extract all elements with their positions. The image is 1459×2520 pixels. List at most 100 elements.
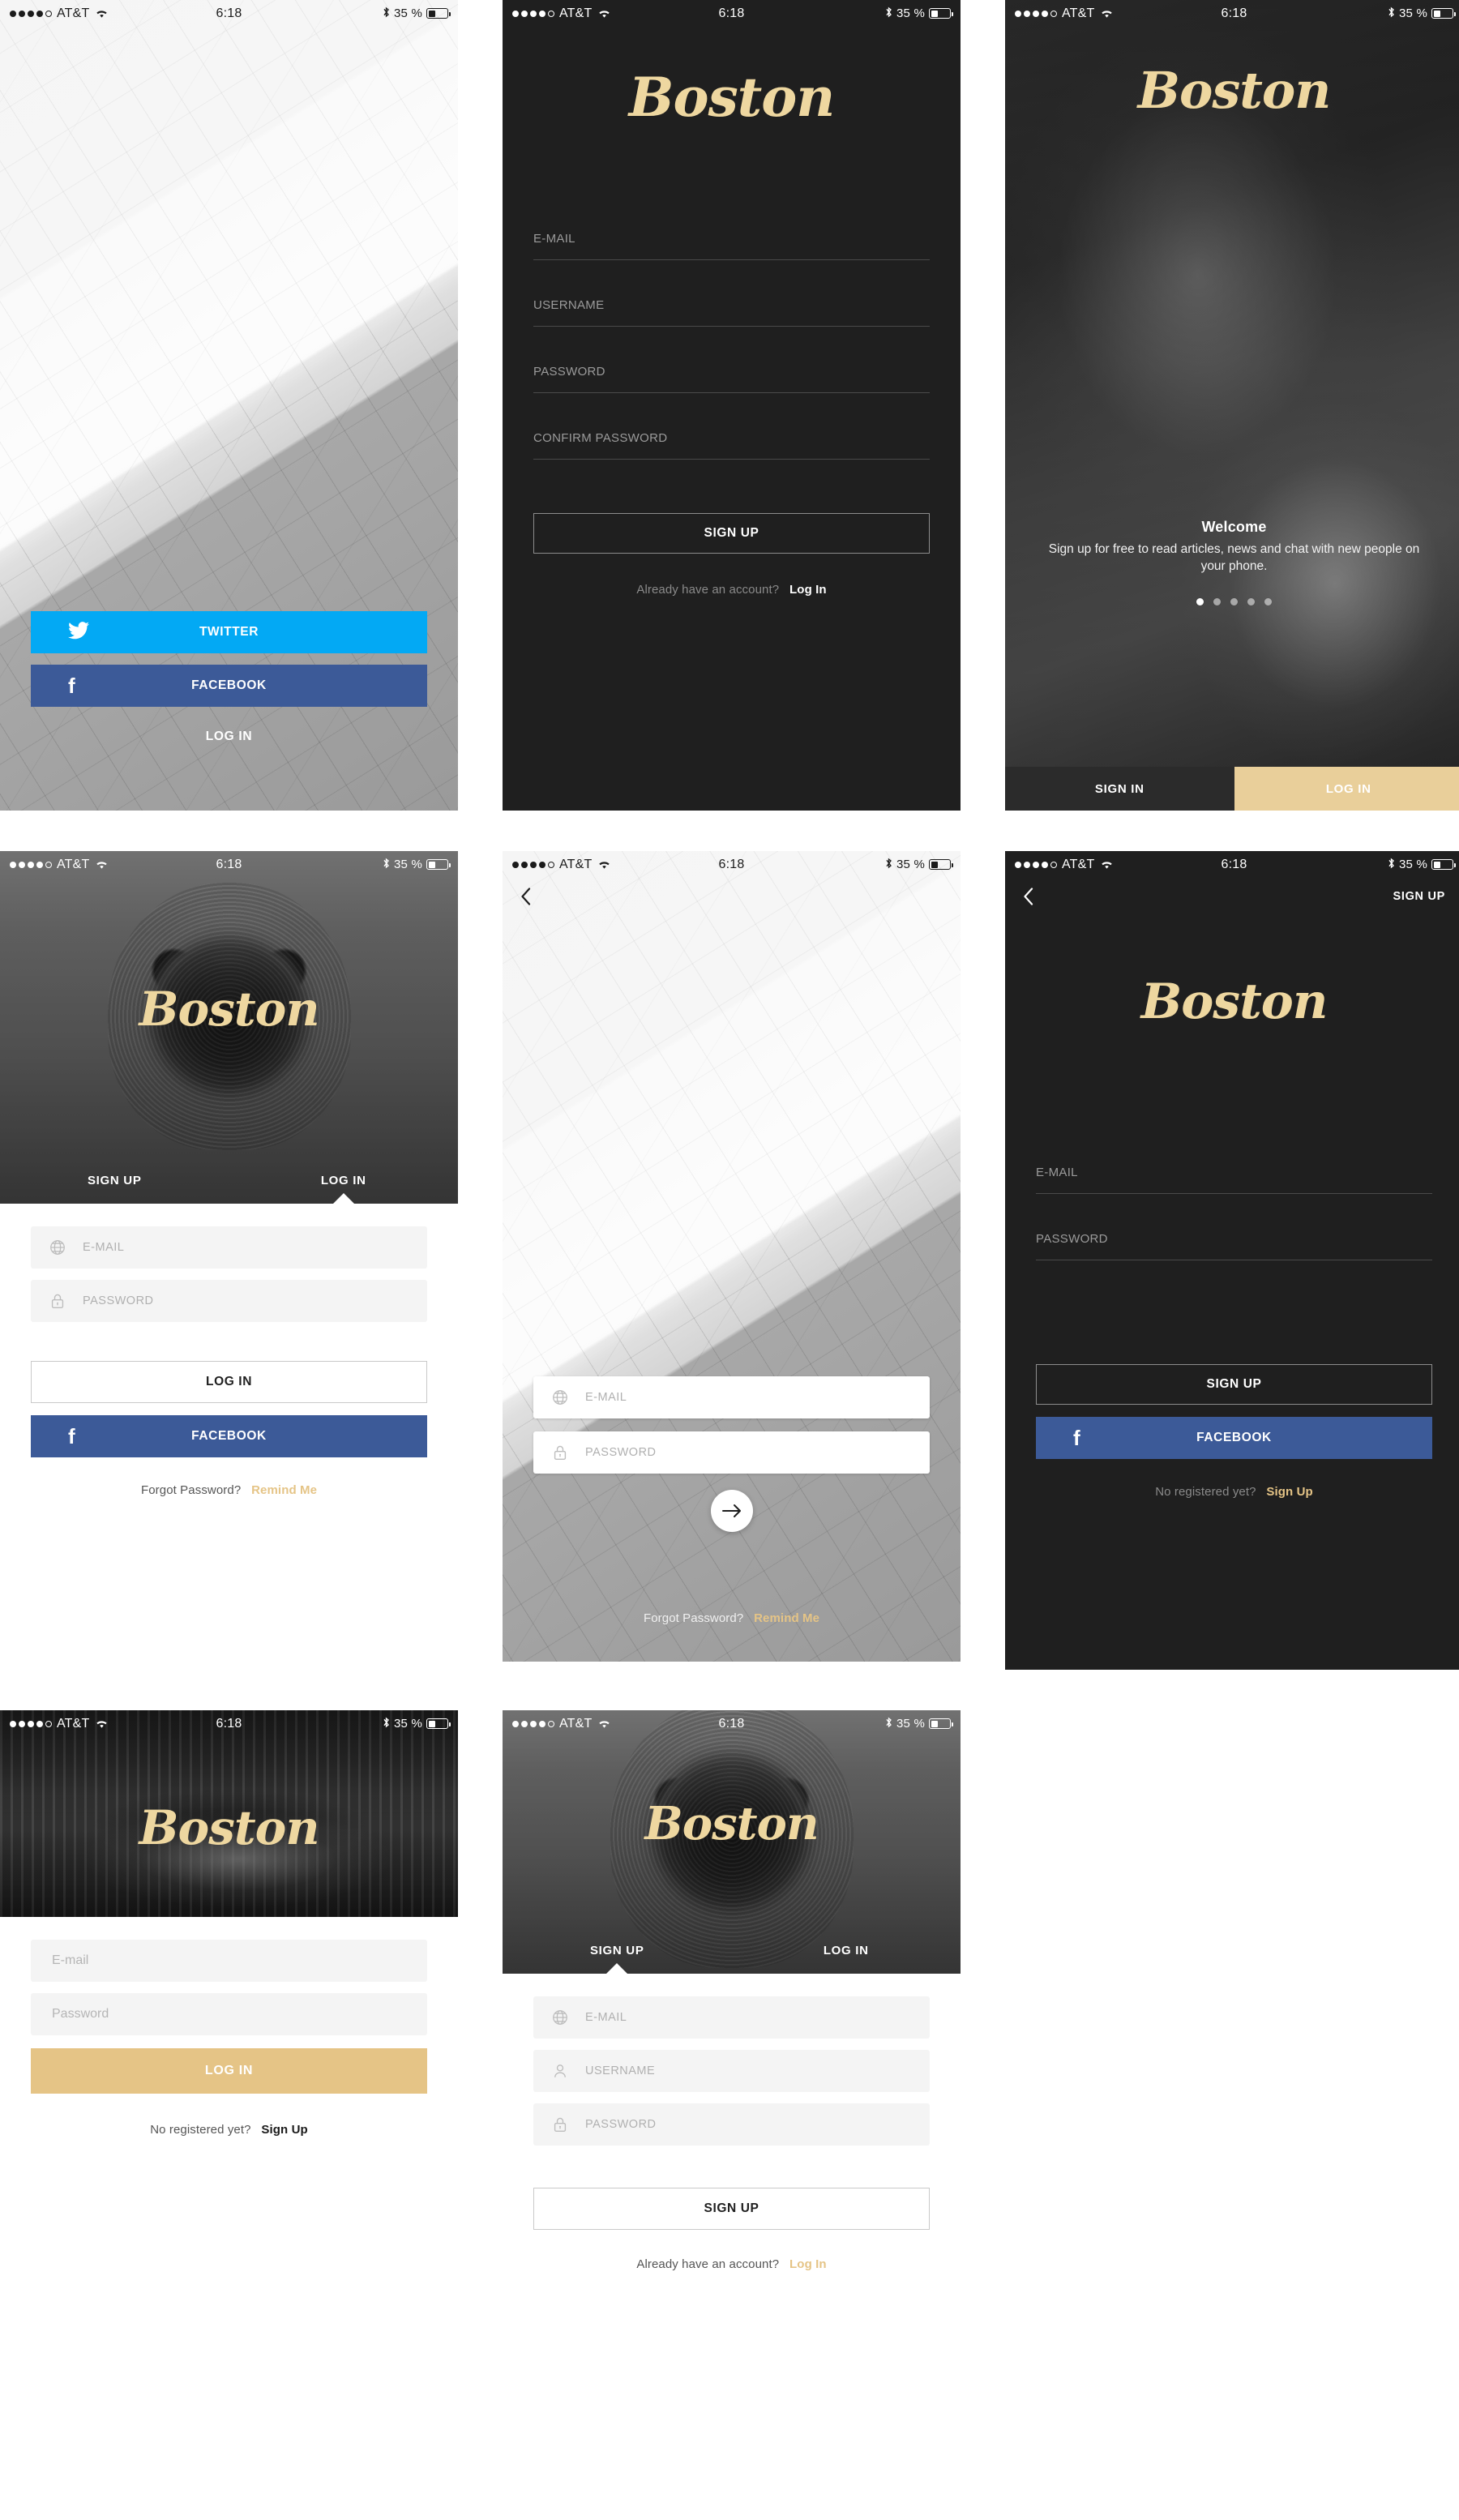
footer-question: Forgot Password? <box>140 1483 242 1497</box>
app-logo: Boston <box>1140 973 1329 1030</box>
pagination-dot[interactable] <box>1247 597 1255 605</box>
tab-sign-up[interactable]: SIGN UP <box>0 1157 229 1204</box>
email-placeholder: E-MAIL <box>585 2011 627 2024</box>
bluetooth-icon <box>1388 6 1395 21</box>
log-in-link[interactable]: Log In <box>789 2257 827 2271</box>
battery-icon <box>1431 859 1456 870</box>
username-placeholder: USERNAME <box>585 2064 656 2077</box>
chevron-left-icon[interactable] <box>1023 888 1033 905</box>
wifi-icon <box>597 859 611 870</box>
hero-header: AT&T 6:18 35 % Boston <box>0 1710 458 1917</box>
screen-tabbed-signup: AT&T 6:18 35 % Boston SIGN UP LOG IN E-M… <box>503 1710 961 2520</box>
facebook-login-button[interactable]: f FACEBOOK <box>31 665 427 707</box>
signup-button[interactable]: SIGN UP <box>533 2188 930 2230</box>
login-link[interactable]: Log In <box>789 583 827 597</box>
screen-photo-login: AT&T 6:18 35 % E-MAIL PASSWORD Forgot Pa… <box>503 851 961 1662</box>
login-link[interactable]: LOG IN <box>0 729 458 744</box>
carrier-label: AT&T <box>1062 6 1095 20</box>
welcome-subtitle: Sign up for free to read articles, news … <box>1048 542 1420 573</box>
wifi-icon <box>95 1718 109 1729</box>
pagination-dots[interactable] <box>1005 597 1459 605</box>
email-input[interactable]: E-mail <box>31 1940 427 1982</box>
password-placeholder: PASSWORD <box>83 1294 154 1307</box>
status-bar: AT&T 6:18 35 % <box>1005 851 1459 878</box>
password-input[interactable]: Password <box>31 1993 427 2035</box>
auth-tabs: SIGN UP LOG IN <box>0 1157 458 1204</box>
password-field[interactable]: PASSWORD <box>533 351 930 393</box>
chevron-left-icon[interactable] <box>520 888 531 905</box>
wifi-icon <box>597 8 611 19</box>
facebook-f-icon: f <box>68 674 76 698</box>
password-placeholder: PASSWORD <box>585 1446 657 1459</box>
pagination-dot[interactable] <box>1230 597 1238 605</box>
password-field[interactable]: PASSWORD <box>1036 1218 1432 1260</box>
email-field[interactable]: E-MAIL <box>1036 1152 1432 1194</box>
twitter-bird-icon <box>68 622 89 643</box>
email-input[interactable]: E-MAIL <box>31 1226 427 1269</box>
username-field[interactable]: USERNAME <box>533 285 930 327</box>
remind-me-link[interactable]: Remind Me <box>251 1483 317 1497</box>
signup-button[interactable]: SIGN UP <box>533 513 930 554</box>
email-input[interactable]: E-MAIL <box>533 1376 930 1418</box>
app-logo: Boston <box>644 1797 819 1850</box>
password-label: PASSWORD <box>533 365 605 379</box>
carrier-label: AT&T <box>559 1716 593 1731</box>
screen-dark-login: AT&T 6:18 35 % SIGN UP Boston E-MAIL PAS… <box>1005 851 1459 1670</box>
battery-percent-label: 35 % <box>1399 6 1427 20</box>
bluetooth-icon <box>885 1717 892 1731</box>
signal-dots-icon <box>10 861 52 868</box>
battery-icon <box>929 1718 953 1729</box>
twitter-login-button[interactable]: TWITTER <box>31 611 427 653</box>
login-form: E-mail Password LOG IN No registered yet… <box>0 1917 458 2139</box>
battery-icon <box>1431 8 1456 19</box>
status-bar: AT&T 6:18 35 % <box>503 0 961 27</box>
facebook-button[interactable]: f FACEBOOK <box>31 1415 427 1457</box>
lock-icon <box>551 1444 569 1461</box>
password-input[interactable]: PASSWORD <box>533 2103 930 2146</box>
submit-arrow-button[interactable] <box>710 1490 753 1532</box>
welcome-action-bar: SIGN IN LOG IN <box>1005 767 1459 811</box>
tab-log-in[interactable]: LOG IN <box>229 1157 459 1204</box>
sign-up-link[interactable]: Sign Up <box>261 2123 307 2137</box>
sign-in-button[interactable]: SIGN IN <box>1005 767 1234 811</box>
log-in-button[interactable]: LOG IN <box>1234 767 1459 811</box>
password-input[interactable]: PASSWORD <box>533 1431 930 1474</box>
tab-log-in[interactable]: LOG IN <box>732 1927 961 1974</box>
sign-up-link[interactable]: Sign Up <box>1266 1485 1312 1499</box>
signup-form: E-MAIL USERNAME PASSWORD SIGN UP Already… <box>503 1974 961 2274</box>
remind-me-link[interactable]: Remind Me <box>754 1611 819 1625</box>
nav-sign-up-button[interactable]: SIGN UP <box>1393 890 1445 903</box>
login-footer: Forgot Password? Remind Me <box>0 1482 458 1500</box>
login-button[interactable]: LOG IN <box>31 1361 427 1403</box>
signup-footer: Already have an account? Log In <box>503 2256 961 2274</box>
signal-dots-icon <box>1015 10 1057 17</box>
lock-icon <box>49 1292 66 1310</box>
twitter-login-label: TWITTER <box>199 625 259 639</box>
confirm-password-field[interactable]: CONFIRM PASSWORD <box>533 417 930 460</box>
pagination-dot[interactable] <box>1264 597 1272 605</box>
email-input[interactable]: E-MAIL <box>533 1996 930 2039</box>
battery-percent-label: 35 % <box>1399 858 1427 871</box>
app-logo: Boston <box>1137 61 1332 120</box>
password-input[interactable]: PASSWORD <box>31 1280 427 1322</box>
bluetooth-icon <box>1388 858 1395 872</box>
status-bar: AT&T 6:18 35 % <box>503 851 961 878</box>
screens-board: AT&T 6:18 35 % TWITTER f FACEBOOK LOG IN… <box>0 0 1459 2520</box>
bluetooth-icon <box>885 6 892 21</box>
globe-icon <box>551 1388 569 1406</box>
pagination-dot[interactable] <box>1213 597 1221 605</box>
screen-gold-login: AT&T 6:18 35 % Boston E-mail Password LO… <box>0 1710 458 2520</box>
email-label: E-MAIL <box>1036 1166 1078 1179</box>
screen-social-login: AT&T 6:18 35 % TWITTER f FACEBOOK LOG IN <box>0 0 458 811</box>
email-field[interactable]: E-MAIL <box>533 218 930 260</box>
username-input[interactable]: USERNAME <box>533 2050 930 2092</box>
battery-icon <box>929 8 953 19</box>
pagination-dot[interactable] <box>1196 597 1204 605</box>
tab-sign-up[interactable]: SIGN UP <box>503 1927 732 1974</box>
footer-question: No registered yet? <box>1155 1485 1256 1499</box>
password-placeholder: Password <box>52 2007 109 2021</box>
nav-bar: SIGN UP <box>1005 878 1459 915</box>
login-button[interactable]: LOG IN <box>31 2048 427 2094</box>
signup-button[interactable]: SIGN UP <box>1036 1364 1432 1405</box>
facebook-button[interactable]: f FACEBOOK <box>1036 1417 1432 1459</box>
